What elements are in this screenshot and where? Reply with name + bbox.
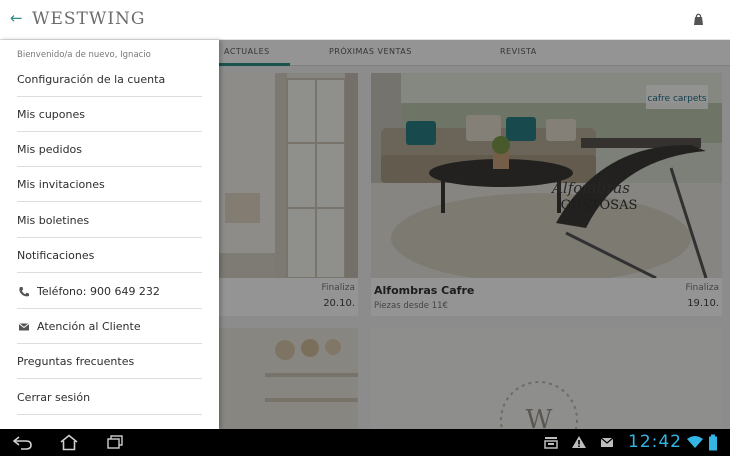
warning-icon[interactable] [571,434,587,450]
westwing-logo: WESTWING [32,9,146,29]
download-tray-icon[interactable] [543,434,559,450]
menu-item-label: Configuración de la cuenta [17,73,166,86]
menu-item-faq[interactable]: Preguntas frecuentes [17,344,202,379]
menu-item-label: Mis boletines [17,214,90,227]
menu-item-orders[interactable]: Mis pedidos [17,132,202,167]
menu-item-label: Preguntas frecuentes [17,355,135,368]
menu-item-label: Notificaciones [17,249,95,262]
home-nav-icon[interactable] [59,434,79,451]
email-notification-icon[interactable] [599,434,615,450]
menu-item-label: Mis pedidos [17,143,83,156]
menu-item-coupons[interactable]: Mis cupones [17,97,202,132]
menu-item-invitations[interactable]: Mis invitaciones [17,167,202,202]
menu-item-label: Atención al Cliente [37,320,141,333]
wifi-icon [687,436,703,448]
status-clock: 12:42 [628,432,682,452]
back-nav-icon[interactable] [12,434,34,451]
menu-item-account-settings[interactable]: Configuración de la cuenta [17,62,202,97]
mail-icon [18,323,30,331]
menu-item-label: Mis cupones [17,108,85,121]
menu-item-notifications[interactable]: Notificaciones [17,238,202,273]
battery-icon [709,434,717,451]
menu-item-phone[interactable]: Teléfono: 900 649 232 [17,274,202,309]
back-arrow-icon[interactable]: ← [10,9,23,27]
menu-item-label: Teléfono: 900 649 232 [37,285,160,298]
menu-item-newsletters[interactable]: Mis boletines [17,203,202,238]
menu-item-customer-service[interactable]: Atención al Cliente [17,309,202,344]
shopping-bag-icon[interactable] [692,12,705,26]
recent-apps-icon[interactable] [105,434,125,451]
menu-item-label: Mis invitaciones [17,178,105,191]
navigation-drawer: Bienvenido/a de nuevo, Ignacio Configura… [0,40,219,429]
system-navigation-bar: 12:42 [0,429,730,456]
app-bar: ← WESTWING [0,0,730,40]
phone-icon [19,287,29,297]
welcome-text: Bienvenido/a de nuevo, Ignacio [17,50,151,60]
menu-item-label: Cerrar sesión [17,391,91,404]
menu-item-logout[interactable]: Cerrar sesión [17,380,202,415]
